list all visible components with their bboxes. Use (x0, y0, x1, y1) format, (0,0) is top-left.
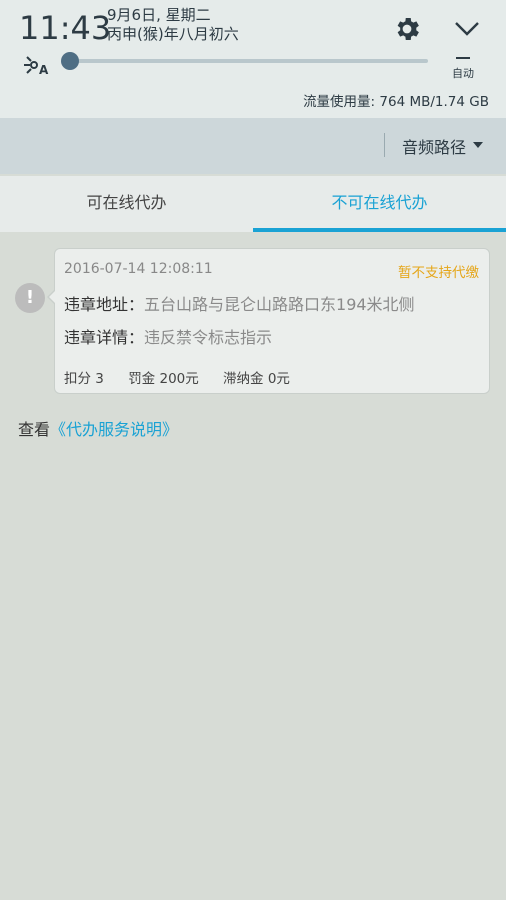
late-fee-amount: 滞纳金 0元 (223, 371, 290, 387)
clock: 11:43 (19, 9, 112, 47)
lunar-date-line: 丙申(猴)年八月初六 (107, 25, 239, 43)
toolbar-divider (384, 133, 385, 157)
address-value: 五台山路与昆仑山路路口东194米北侧 (144, 295, 415, 314)
payment-status-badge: 暂不支持代缴 (398, 265, 479, 281)
card-pointer-fill (49, 291, 55, 303)
brightness-auto-icon[interactable]: A (22, 54, 50, 76)
points-deducted: 扣分 3 (64, 371, 104, 387)
detail-value: 违反禁令标志指示 (144, 328, 273, 347)
tab-bar: 可在线代办 不可在线代办 (0, 176, 506, 232)
tab-online-payable[interactable]: 可在线代办 (0, 176, 253, 232)
address-label: 违章地址： (64, 295, 145, 314)
fine-amount: 罚金 200元 (128, 371, 199, 387)
violation-detail: 违章详情：违反禁令标志指示 (64, 324, 272, 348)
data-usage-text: 流量使用量: 764 MB/1.74 GB (303, 94, 489, 110)
active-tab-indicator (253, 228, 506, 232)
date-line: 9月6日, 星期二 (107, 6, 211, 24)
auto-indicator-line (456, 57, 470, 59)
violation-address: 违章地址：五台山路与昆仑山路路口东194米北侧 (64, 291, 415, 315)
dropdown-caret-icon[interactable] (473, 142, 483, 148)
service-prefix: 查看 (18, 420, 51, 439)
brightness-slider-knob[interactable] (61, 52, 79, 70)
svg-text:A: A (39, 63, 49, 76)
violation-time: 2016-07-14 12:08:11 (64, 261, 213, 277)
audio-route-button[interactable]: 音频路径 (402, 134, 466, 158)
gear-icon[interactable] (392, 14, 422, 44)
brightness-slider-track[interactable] (70, 59, 428, 63)
auto-brightness-toggle[interactable]: 自动 (452, 65, 474, 81)
warning-icon: ! (15, 283, 45, 313)
chevron-down-icon[interactable] (452, 18, 482, 40)
detail-label: 违章详情： (64, 328, 145, 347)
violation-penalties: 扣分 3 罚金 200元 滞纳金 0元 (64, 367, 310, 387)
tab-not-online-payable[interactable]: 不可在线代办 (253, 176, 506, 232)
service-info: 查看《代办服务说明》 (18, 416, 178, 440)
service-explanation-link[interactable]: 《代办服务说明》 (50, 420, 178, 439)
